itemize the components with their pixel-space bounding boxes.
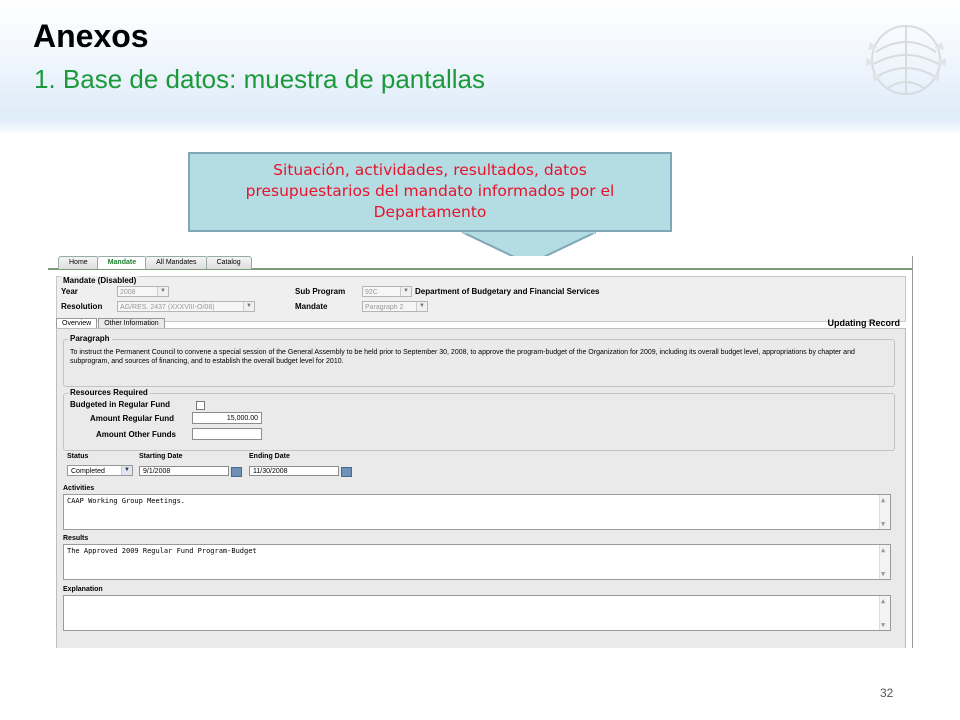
tab-home[interactable]: Home bbox=[58, 256, 99, 269]
results-textarea[interactable]: The Approved 2009 Regular Fund Program-B… bbox=[63, 544, 891, 580]
paragraph-legend: Paragraph bbox=[68, 334, 112, 343]
tab-all-mandates[interactable]: All Mandates bbox=[145, 256, 208, 269]
mandate-value: Paragraph 2 bbox=[365, 304, 404, 311]
resolution-value: AG/RES. 2437 (XXXVIII-O/08) bbox=[120, 304, 215, 311]
calendar-icon[interactable] bbox=[341, 467, 352, 477]
resolution-select[interactable]: AG/RES. 2437 (XXXVIII-O/08) ▼ bbox=[117, 301, 255, 312]
subprogram-name: Department of Budgetary and Financial Se… bbox=[415, 287, 600, 296]
subprogram-label: Sub Program bbox=[295, 287, 346, 296]
mandate-legend: Mandate (Disabled) bbox=[61, 276, 139, 285]
subprogram-value: 92C bbox=[365, 289, 378, 296]
budgeted-label: Budgeted in Regular Fund bbox=[70, 400, 170, 409]
budgeted-checkbox[interactable] bbox=[196, 401, 205, 410]
year-value: 2008 bbox=[120, 289, 136, 296]
scroll-down-icon: ▼ bbox=[881, 621, 886, 629]
scroll-up-icon: ▲ bbox=[881, 496, 886, 504]
oas-emblem-logo bbox=[866, 25, 946, 95]
activities-value: CAAP Working Group Meetings. bbox=[67, 497, 186, 505]
end-date-input[interactable]: 11/30/2008 bbox=[249, 466, 339, 476]
callout-line-2: presupuestarios del mandato informados p… bbox=[245, 182, 615, 200]
chevron-down-icon: ▼ bbox=[243, 302, 254, 311]
scroll-up-icon: ▲ bbox=[881, 546, 886, 554]
page-number: 32 bbox=[880, 686, 894, 700]
callout-line-1: Situación, actividades, resultados, dato… bbox=[273, 161, 587, 179]
chevron-down-icon: ▼ bbox=[157, 287, 168, 296]
scroll-down-icon: ▼ bbox=[881, 570, 886, 578]
main-tabs: Home Mandate All Mandates Catalog bbox=[58, 256, 252, 270]
callout-box: Situación, actividades, resultados, dato… bbox=[188, 152, 672, 232]
start-date-input[interactable]: 9/1/2008 bbox=[139, 466, 229, 476]
year-select[interactable]: 2008 ▼ bbox=[117, 286, 169, 297]
scroll-down-icon: ▼ bbox=[881, 520, 886, 528]
scrollbar[interactable]: ▲ ▼ bbox=[879, 495, 890, 529]
paragraph-text: To instruct the Permanent Council to con… bbox=[70, 349, 855, 365]
resources-group: Resources Required Budgeted in Regular F… bbox=[63, 388, 895, 451]
status-label: Status bbox=[67, 453, 89, 460]
app-screenshot: Home Mandate All Mandates Catalog Mandat… bbox=[48, 256, 913, 648]
start-date-label: Starting Date bbox=[139, 453, 183, 460]
scrollbar[interactable]: ▲ ▼ bbox=[879, 545, 890, 579]
scrollbar[interactable]: ▲ ▼ bbox=[879, 596, 890, 630]
chevron-down-icon: ▼ bbox=[400, 287, 411, 296]
mandate-select[interactable]: Paragraph 2 ▼ bbox=[362, 301, 428, 312]
status-banner: Updating Record bbox=[827, 318, 900, 328]
chevron-down-icon: ▼ bbox=[416, 302, 427, 311]
scroll-up-icon: ▲ bbox=[881, 597, 886, 605]
paragraph-group: Paragraph To instruct the Permanent Coun… bbox=[63, 334, 895, 387]
chevron-down-icon: ▼ bbox=[121, 466, 132, 475]
end-date-label: Ending Date bbox=[249, 453, 290, 460]
slide-title: Anexos bbox=[33, 18, 149, 54]
mandate-group: Mandate (Disabled) Year 2008 ▼ Resolution… bbox=[56, 276, 906, 322]
slide-subtitle: 1. Base de datos: muestra de pantallas bbox=[34, 64, 485, 94]
activities-textarea[interactable]: CAAP Working Group Meetings. ▲ ▼ bbox=[63, 494, 891, 530]
resources-legend: Resources Required bbox=[68, 388, 150, 397]
explanation-textarea[interactable]: ▲ ▼ bbox=[63, 595, 891, 631]
status-select[interactable]: Completed ▼ bbox=[67, 465, 133, 476]
year-label: Year bbox=[61, 287, 78, 296]
results-value: The Approved 2009 Regular Fund Program-B… bbox=[67, 547, 257, 555]
tab-catalog[interactable]: Catalog bbox=[205, 256, 252, 269]
mandate-label: Mandate bbox=[295, 302, 328, 311]
resolution-label: Resolution bbox=[61, 302, 103, 311]
activities-label: Activities bbox=[63, 485, 95, 492]
subprogram-select[interactable]: 92C ▼ bbox=[362, 286, 412, 297]
amount-other-label: Amount Other Funds bbox=[96, 430, 176, 439]
results-label: Results bbox=[63, 535, 89, 542]
status-value: Completed bbox=[71, 468, 105, 475]
amount-regular-label: Amount Regular Fund bbox=[90, 414, 174, 423]
amount-regular-input[interactable]: 15,000.00 bbox=[192, 412, 262, 424]
amount-other-input[interactable] bbox=[192, 428, 262, 440]
calendar-icon[interactable] bbox=[231, 467, 242, 477]
tab-mandate[interactable]: Mandate bbox=[96, 256, 148, 269]
callout-line-3: Departamento bbox=[373, 203, 487, 221]
overview-panel: Paragraph To instruct the Permanent Coun… bbox=[56, 328, 906, 648]
explanation-label: Explanation bbox=[63, 586, 103, 593]
